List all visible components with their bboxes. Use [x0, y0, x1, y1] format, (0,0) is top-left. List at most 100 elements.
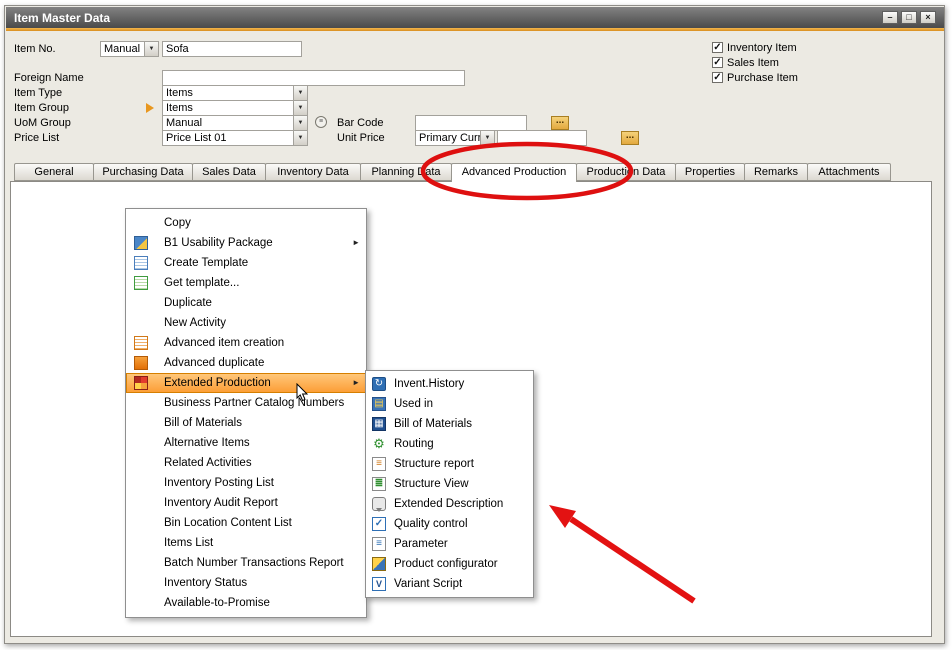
item-no-input[interactable]: Sofa — [162, 41, 302, 57]
item-group-select[interactable]: Items ▼ — [162, 100, 308, 116]
submenu-item-bill-of-materials[interactable]: Bill of Materials — [366, 414, 533, 434]
tab-advanced-production[interactable]: Advanced Production — [451, 163, 577, 182]
unit-price-label: Unit Price — [337, 132, 385, 145]
sales-item-checkbox[interactable]: ✓ — [712, 57, 723, 68]
item-type-select[interactable]: Items ▼ — [162, 85, 308, 101]
tab-properties[interactable]: Properties — [675, 163, 745, 181]
submenu-item-product-configurator[interactable]: Product configurator — [366, 554, 533, 574]
extended-production-submenu: Invent.History Used in Bill of Materials… — [365, 370, 534, 598]
maximize-button[interactable]: □ — [901, 11, 917, 24]
menu-item-alternative-items[interactable]: Alternative Items — [126, 433, 366, 453]
purchase-item-checkbox-label: Purchase Item — [727, 72, 798, 85]
submenu-item-used-in[interactable]: Used in — [366, 394, 533, 414]
window-titlebar[interactable]: Item Master Data – □ × — [6, 7, 944, 28]
unit-price-currency-select[interactable]: Primary Curr ▼ — [415, 130, 495, 146]
menu-item-available-to-promise[interactable]: Available-to-Promise — [126, 593, 366, 613]
item-no-type-select[interactable]: Manual ▼ — [100, 41, 159, 57]
chevron-down-icon[interactable]: ▼ — [293, 131, 307, 145]
bar-code-browse-button[interactable]: ... — [551, 116, 569, 130]
variant-script-icon — [372, 577, 386, 591]
bill-of-materials-icon — [372, 417, 386, 431]
uom-group-select[interactable]: Manual ▼ — [162, 115, 308, 131]
menu-item-inventory-audit-report[interactable]: Inventory Audit Report — [126, 493, 366, 513]
menu-item-business-partner-catalog-numbers[interactable]: Business Partner Catalog Numbers — [126, 393, 366, 413]
tab-inventory-data[interactable]: Inventory Data — [265, 163, 361, 181]
routing-gear-icon — [372, 437, 386, 451]
quality-control-icon — [372, 517, 386, 531]
tab-purchasing-data[interactable]: Purchasing Data — [93, 163, 193, 181]
barcode-display-icon[interactable] — [315, 116, 327, 128]
menu-item-new-activity[interactable]: New Activity — [126, 313, 366, 333]
advanced-duplicate-icon — [134, 356, 148, 370]
tab-bar: General Purchasing Data Sales Data Inven… — [14, 163, 890, 182]
submenu-item-extended-description[interactable]: Extended Description — [366, 494, 533, 514]
accent-gold-line — [6, 28, 944, 31]
submenu-item-variant-script[interactable]: Variant Script — [366, 574, 533, 594]
menu-item-advanced-item-creation[interactable]: Advanced item creation — [126, 333, 366, 353]
chevron-down-icon[interactable]: ▼ — [293, 101, 307, 115]
menu-item-bill-of-materials[interactable]: Bill of Materials — [126, 413, 366, 433]
foreign-name-label: Foreign Name — [14, 72, 84, 85]
menu-item-create-template[interactable]: Create Template — [126, 253, 366, 273]
tab-remarks[interactable]: Remarks — [744, 163, 808, 181]
menu-item-inventory-posting-list[interactable]: Inventory Posting List — [126, 473, 366, 493]
advanced-item-creation-icon — [134, 336, 148, 350]
item-group-label: Item Group — [14, 102, 69, 115]
menu-item-bin-location-content-list[interactable]: Bin Location Content List — [126, 513, 366, 533]
menu-item-batch-number-transactions-report[interactable]: Batch Number Transactions Report — [126, 553, 366, 573]
unit-price-browse-button[interactable]: ... — [621, 131, 639, 145]
purchase-item-checkbox[interactable]: ✓ — [712, 72, 723, 83]
menu-item-get-template[interactable]: Get template... — [126, 273, 366, 293]
price-list-select[interactable]: Price List 01 ▼ — [162, 130, 308, 146]
window-title: Item Master Data — [14, 11, 110, 25]
menu-item-inventory-status[interactable]: Inventory Status — [126, 573, 366, 593]
parameter-list-icon — [372, 537, 386, 551]
minimize-button[interactable]: – — [882, 11, 898, 24]
inventory-item-checkbox-label: Inventory Item — [727, 42, 797, 55]
extended-production-icon — [134, 376, 148, 390]
submenu-arrow-icon: ► — [352, 233, 360, 253]
sales-item-checkbox-label: Sales Item — [727, 57, 779, 70]
close-button[interactable]: × — [920, 11, 936, 24]
item-no-label: Item No. — [14, 43, 56, 56]
menu-item-extended-production[interactable]: Extended Production► — [126, 373, 366, 393]
submenu-item-structure-view[interactable]: Structure View — [366, 474, 533, 494]
tab-sales-data[interactable]: Sales Data — [192, 163, 266, 181]
submenu-item-routing[interactable]: Routing — [366, 434, 533, 454]
bar-code-input[interactable] — [415, 115, 527, 131]
unit-price-input[interactable] — [497, 130, 587, 146]
submenu-item-structure-report[interactable]: Structure report — [366, 454, 533, 474]
foreign-name-input[interactable] — [162, 70, 465, 86]
tab-production-data[interactable]: Production Data — [576, 163, 676, 181]
menu-item-items-list[interactable]: Items List — [126, 533, 366, 553]
chevron-down-icon[interactable]: ▼ — [144, 42, 158, 56]
invent-history-icon — [372, 377, 386, 391]
inventory-item-checkbox[interactable]: ✓ — [712, 42, 723, 53]
menu-item-related-activities[interactable]: Related Activities — [126, 453, 366, 473]
item-type-label: Item Type — [14, 87, 62, 100]
structure-view-icon — [372, 477, 386, 491]
product-configurator-icon — [372, 557, 386, 571]
menu-item-duplicate[interactable]: Duplicate — [126, 293, 366, 313]
structure-report-icon — [372, 457, 386, 471]
price-list-label: Price List — [14, 132, 59, 145]
chevron-down-icon[interactable]: ▼ — [480, 131, 494, 145]
submenu-item-parameter[interactable]: Parameter — [366, 534, 533, 554]
chevron-down-icon[interactable]: ▼ — [293, 116, 307, 130]
submenu-item-quality-control[interactable]: Quality control — [366, 514, 533, 534]
menu-item-copy[interactable]: Copy — [126, 213, 366, 233]
item-master-data-window: Item Master Data – □ × Item No. Manual ▼… — [0, 0, 952, 650]
menu-item-advanced-duplicate[interactable]: Advanced duplicate — [126, 353, 366, 373]
tab-general[interactable]: General — [14, 163, 94, 181]
tab-planning-data[interactable]: Planning Data — [360, 163, 452, 181]
chevron-down-icon[interactable]: ▼ — [293, 86, 307, 100]
submenu-item-invent-history[interactable]: Invent.History — [366, 374, 533, 394]
link-arrow-icon[interactable] — [146, 103, 154, 113]
used-in-icon — [372, 397, 386, 411]
b1-usability-package-icon — [134, 236, 148, 250]
uom-group-label: UoM Group — [14, 117, 71, 130]
context-menu: Copy B1 Usability Package► Create Templa… — [125, 208, 367, 618]
tab-attachments[interactable]: Attachments — [807, 163, 891, 181]
create-template-icon — [134, 256, 148, 270]
menu-item-b1-usability-package[interactable]: B1 Usability Package► — [126, 233, 366, 253]
